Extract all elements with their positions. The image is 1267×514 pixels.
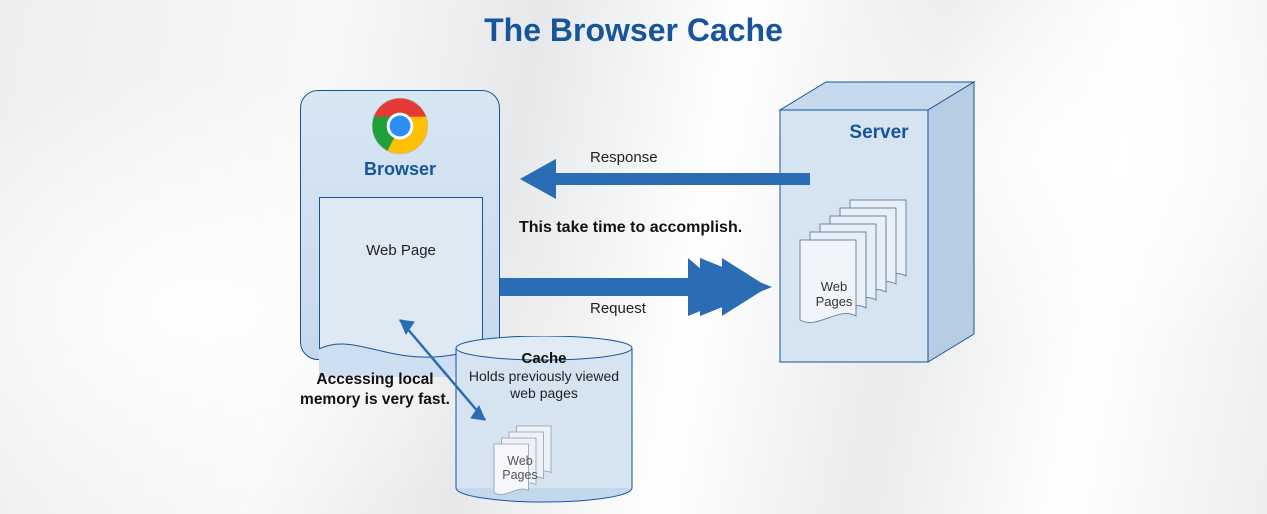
local-annotation: Accessing local memory is very fast.: [300, 370, 450, 410]
response-arrow: [520, 159, 810, 199]
response-label: Response: [590, 149, 658, 166]
request-label: Request: [590, 300, 646, 317]
arrows-layer: [0, 0, 1267, 514]
diagram-stage: The Browser Cache Browser: [0, 0, 1267, 514]
request-arrowhead: [700, 258, 772, 316]
middle-annotation: This take time to accomplish.: [519, 219, 742, 237]
